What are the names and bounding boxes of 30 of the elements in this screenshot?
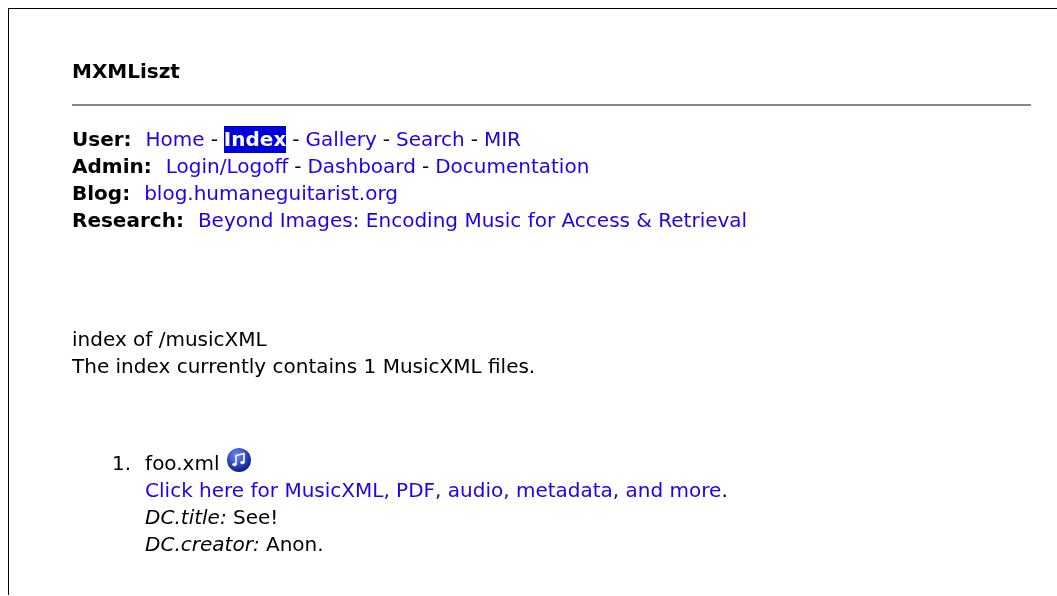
nav-link[interactable]: Home <box>145 126 205 153</box>
nav-link[interactable]: Dashboard <box>307 153 416 180</box>
nav-link[interactable]: Login/Logoff <box>165 153 289 180</box>
metadata-line: DC.title: See! <box>145 504 280 531</box>
separator-text: - <box>421 153 430 180</box>
separator-text: - <box>382 126 390 153</box>
nav-link[interactable]: blog.humaneguitarist.org <box>144 180 398 207</box>
music-note-icon <box>225 446 252 473</box>
nav-label: Admin: <box>72 153 152 180</box>
separator-text: - <box>294 153 302 180</box>
separator-text: - <box>292 126 300 153</box>
file-name: foo.xml <box>145 450 220 477</box>
index-heading: index of /musicXML <box>72 326 268 353</box>
nav-link[interactable]: MIR <box>483 126 521 153</box>
details-sentence: Click here for MusicXML, PDF, audio, metadata, and more. <box>145 478 728 502</box>
separator-text: - <box>470 126 478 153</box>
nav-link[interactable]: Documentation <box>435 153 590 180</box>
nav-link[interactable]: Search <box>396 126 465 153</box>
nav-label: User: <box>72 126 132 153</box>
nav-label: Blog: <box>72 180 131 207</box>
nav-link[interactable]: Gallery <box>305 126 377 153</box>
summary-text: The index currently contains 1 MusicXML files. <box>72 353 537 380</box>
metadata-line: DC.creator: Anon. <box>145 531 325 558</box>
nav-link[interactable]: Index <box>223 126 287 153</box>
details-link[interactable]: Click here for MusicXML, PDF, audio, metadata, and more <box>145 478 722 502</box>
site-title: MXMLiszt <box>72 59 181 83</box>
nav-label: Research: <box>72 207 184 234</box>
separator-text: - <box>210 126 218 153</box>
list-number: 1. <box>112 450 132 477</box>
nav-link[interactable]: Beyond Images: Encoding Music for Access & Retrieval <box>197 207 748 234</box>
